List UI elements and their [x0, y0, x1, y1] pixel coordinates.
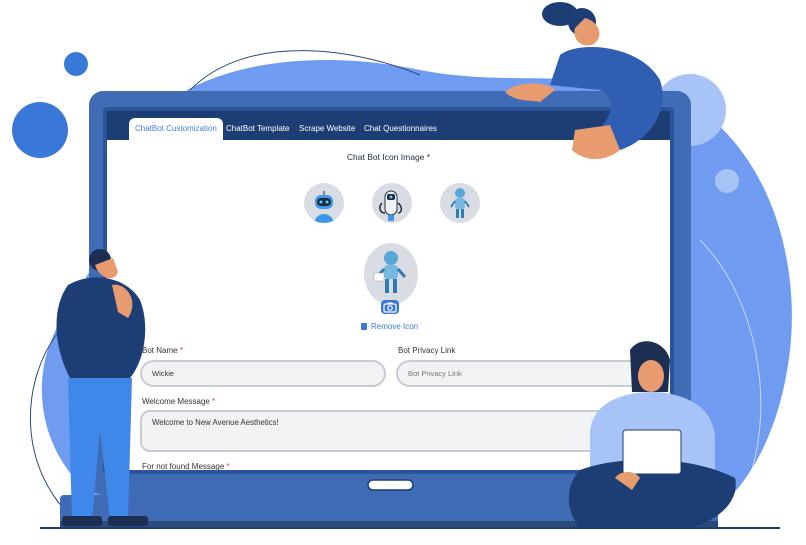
woman-top-figure	[505, 2, 663, 159]
people-illustration	[56, 2, 736, 528]
woman-sitting-figure	[568, 341, 736, 528]
man-standing-figure	[56, 249, 148, 526]
